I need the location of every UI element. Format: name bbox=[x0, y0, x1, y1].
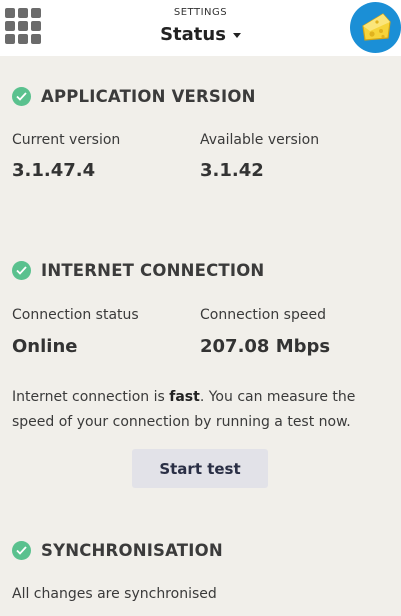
current-version-label: Current version bbox=[12, 132, 121, 148]
section-heading-application-version: APPLICATION VERSION bbox=[12, 87, 256, 106]
section-heading-synchronisation: SYNCHRONISATION bbox=[12, 541, 223, 560]
section-heading-label: INTERNET CONNECTION bbox=[41, 261, 265, 280]
page-title-dropdown[interactable]: Status bbox=[0, 24, 401, 45]
chevron-down-icon bbox=[232, 32, 241, 38]
message-prefix: Internet connection is bbox=[12, 389, 170, 405]
connection-status-value: Online bbox=[12, 336, 78, 357]
available-version-value: 3.1.42 bbox=[200, 160, 264, 181]
available-version-label: Available version bbox=[200, 132, 320, 148]
header-bar: SETTINGS Status bbox=[0, 0, 401, 56]
check-circle-icon bbox=[12, 541, 31, 560]
section-heading-label: APPLICATION VERSION bbox=[41, 87, 256, 106]
avatar[interactable] bbox=[350, 2, 401, 53]
section-heading-internet-connection: INTERNET CONNECTION bbox=[12, 261, 264, 280]
section-heading-label: SYNCHRONISATION bbox=[41, 541, 223, 560]
start-test-button[interactable]: Start test bbox=[132, 449, 268, 488]
page-title: Status bbox=[160, 24, 226, 45]
cheese-icon bbox=[362, 13, 391, 41]
connection-status-label: Connection status bbox=[12, 307, 139, 323]
header-subtitle: SETTINGS bbox=[173, 7, 228, 18]
connection-message: Internet connection is fast. You can mea… bbox=[12, 385, 392, 435]
sync-status-text: All changes are synchronised bbox=[12, 586, 217, 602]
check-circle-icon bbox=[12, 87, 31, 106]
check-circle-icon bbox=[12, 261, 31, 280]
message-speed-word: fast bbox=[169, 389, 200, 405]
connection-speed-label: Connection speed bbox=[200, 307, 326, 323]
connection-speed-value: 207.08 Mbps bbox=[200, 336, 331, 357]
current-version-value: 3.1.47.4 bbox=[12, 160, 96, 181]
